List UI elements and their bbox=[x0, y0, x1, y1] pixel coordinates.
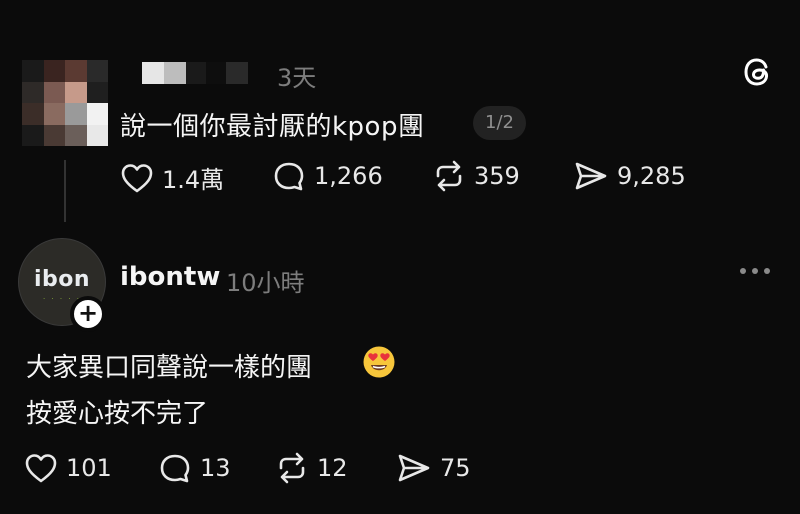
repost-count: 359 bbox=[474, 162, 520, 190]
threads-logo-icon[interactable] bbox=[740, 54, 776, 90]
thread-connector bbox=[64, 160, 66, 222]
post-text-line2: 按愛心按不完了 bbox=[26, 399, 209, 429]
heart-eyes-emoji-icon bbox=[363, 346, 395, 378]
repost-button[interactable]: 12 bbox=[275, 452, 348, 484]
repost-icon bbox=[436, 160, 462, 192]
follow-plus-icon[interactable]: + bbox=[70, 296, 106, 332]
like-count: 1.4萬 bbox=[162, 166, 225, 194]
post-time: 3天 bbox=[277, 64, 317, 92]
repost-button[interactable]: 359 bbox=[432, 160, 520, 192]
share-count: 9,285 bbox=[617, 162, 686, 190]
share-icon bbox=[575, 162, 607, 190]
like-button[interactable]: 101 bbox=[24, 452, 112, 484]
repost-count: 12 bbox=[317, 454, 348, 482]
post-time: 10小時 bbox=[226, 269, 305, 297]
reply-button[interactable]: 1,266 bbox=[272, 160, 383, 192]
more-icon[interactable] bbox=[740, 268, 770, 274]
reply-count: 1,266 bbox=[314, 162, 383, 190]
comment-icon bbox=[160, 454, 190, 483]
page-indicator-badge[interactable]: 1/2 bbox=[473, 106, 526, 140]
comment-icon bbox=[274, 162, 304, 191]
share-icon bbox=[398, 454, 430, 482]
reply-button[interactable]: 13 bbox=[158, 452, 231, 484]
share-button[interactable]: 9,285 bbox=[573, 160, 686, 192]
heart-icon bbox=[25, 454, 57, 483]
post-text: 說一個你最討厭的kpop團 bbox=[120, 112, 425, 142]
ibon-logo: ibon bbox=[33, 267, 91, 292]
like-count: 101 bbox=[66, 454, 112, 482]
post-text-line1: 大家異口同聲說一樣的團 bbox=[26, 353, 313, 383]
repost-icon bbox=[279, 452, 305, 484]
username-redacted bbox=[142, 62, 252, 84]
avatar[interactable] bbox=[22, 60, 108, 146]
like-button[interactable]: 1.4萬 bbox=[120, 160, 224, 195]
share-count: 75 bbox=[440, 454, 471, 482]
share-button[interactable]: 75 bbox=[396, 452, 471, 484]
username[interactable]: ibontw bbox=[120, 262, 220, 292]
reply-count: 13 bbox=[200, 454, 231, 482]
heart-icon bbox=[121, 163, 153, 192]
